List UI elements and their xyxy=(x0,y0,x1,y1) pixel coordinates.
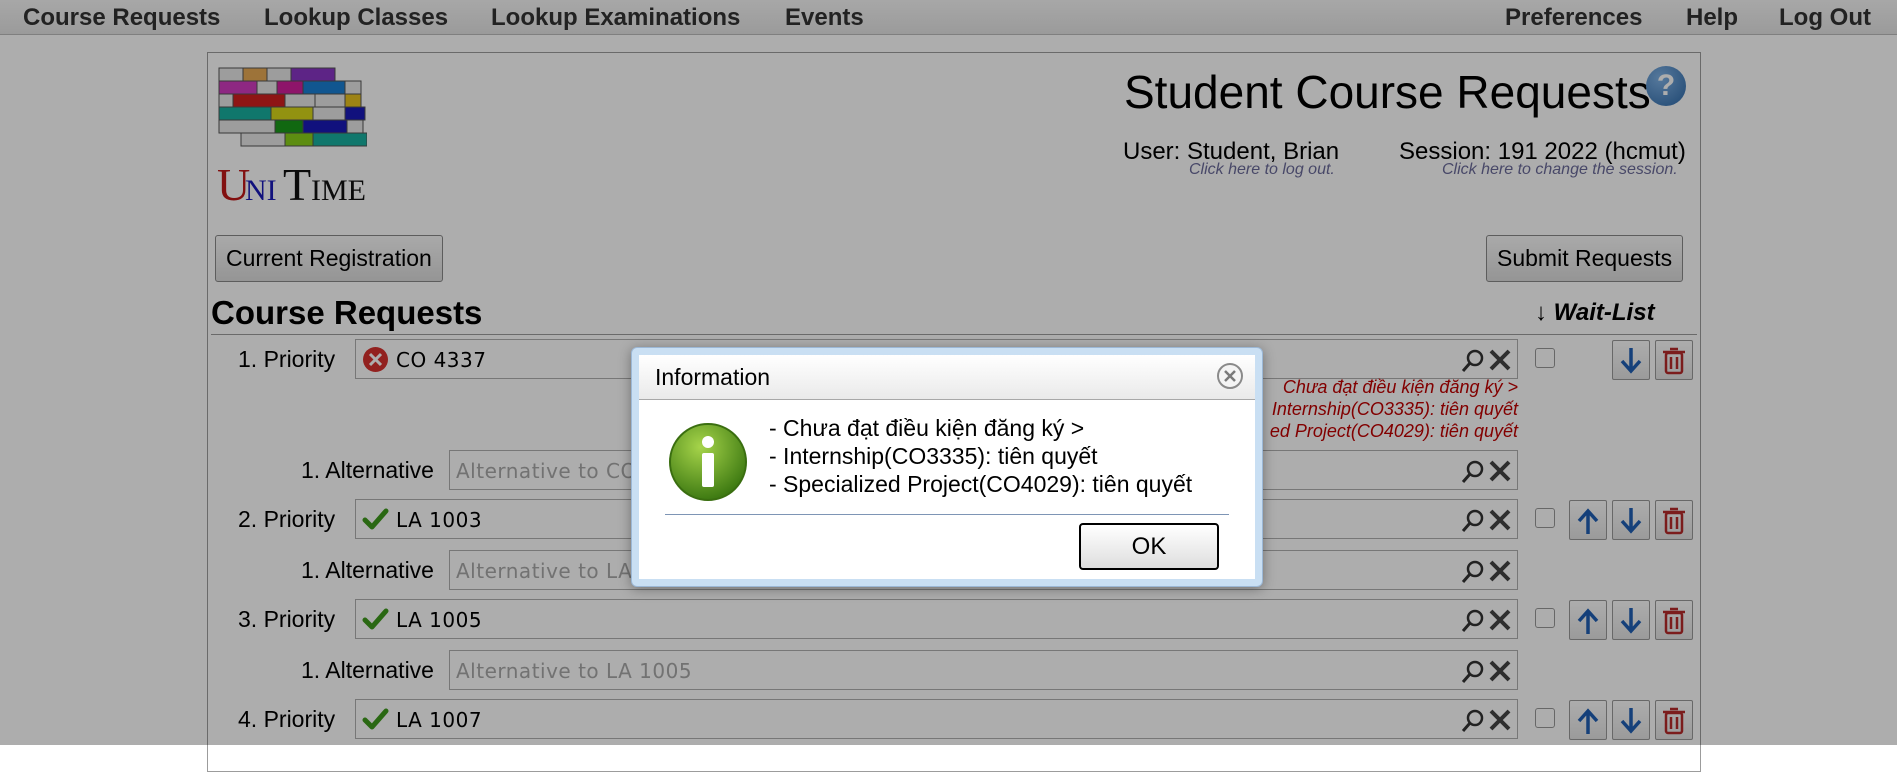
dialog-title: Information xyxy=(655,364,771,390)
dialog-message-line-3: - Specialized Project(CO4029): tiên quyế… xyxy=(769,471,1193,497)
dialog-body: Information - Chưa đạt điều kiện đăng ký… xyxy=(639,355,1255,579)
dialog-separator xyxy=(665,514,1229,515)
close-icon[interactable] xyxy=(1216,362,1244,390)
dialog-message-line-2: - Internship(CO3335): tiên quyết xyxy=(769,443,1098,469)
dialog-header: Information xyxy=(639,355,1255,400)
information-dialog: Information - Chưa đạt điều kiện đăng ký… xyxy=(631,347,1263,587)
dialog-message-line-1: - Chưa đạt điều kiện đăng ký > xyxy=(769,415,1085,441)
ok-button[interactable]: OK xyxy=(1079,523,1219,570)
info-icon xyxy=(669,423,747,501)
